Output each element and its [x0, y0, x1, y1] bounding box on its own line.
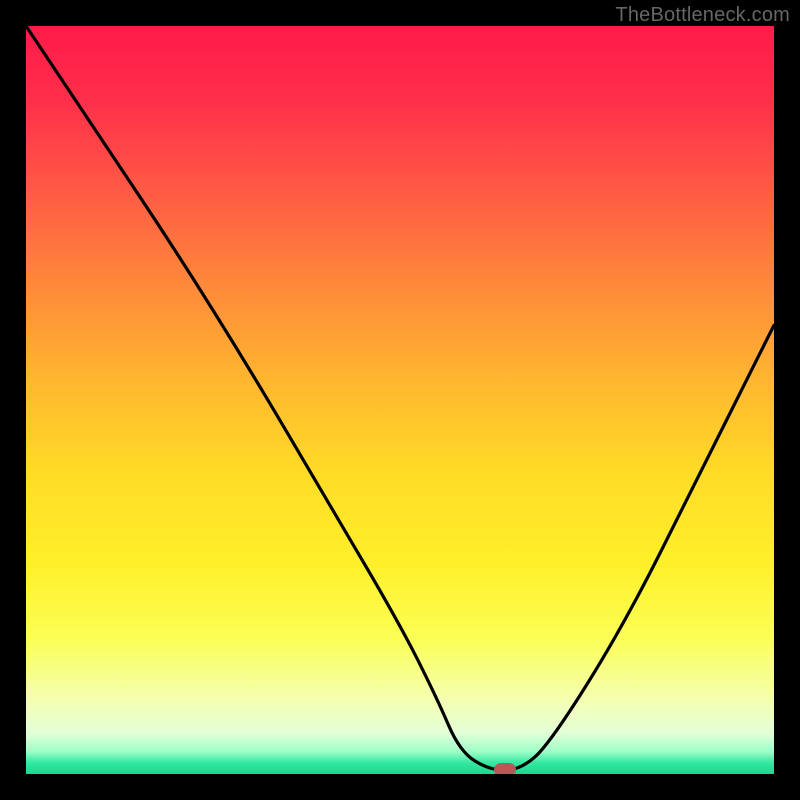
optimum-marker [494, 763, 516, 774]
bottleneck-curve [26, 26, 774, 774]
plot-area [26, 26, 774, 774]
watermark-text: TheBottleneck.com [615, 4, 790, 27]
chart-frame: TheBottleneck.com [0, 0, 800, 800]
